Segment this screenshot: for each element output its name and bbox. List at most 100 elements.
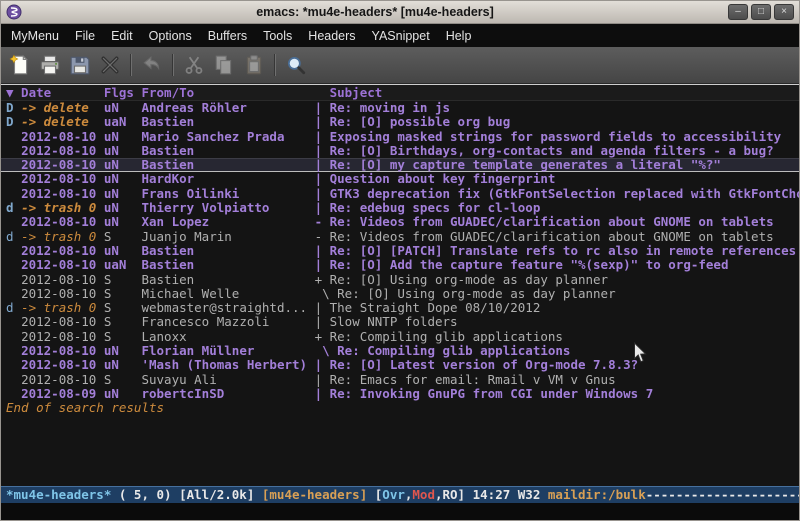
menu-item-headers[interactable]: Headers [300,27,363,45]
menu-item-buffers[interactable]: Buffers [200,27,255,45]
message-row[interactable]: 2012-08-10 uN Xan Lopez - Re: Videos fro… [1,215,799,229]
emacs-icon [6,4,22,20]
menu-item-tools[interactable]: Tools [255,27,300,45]
mark-action-label: -> trash 0 [21,230,96,244]
menu-item-yasnippet[interactable]: YASnippet [364,27,438,45]
mode-line-segment: *mu4e-headers* [6,487,111,502]
message-row[interactable]: 2012-08-10 uN Bastien | Re: [O] my captu… [1,158,799,172]
undo-button[interactable] [137,50,167,80]
new-file-button[interactable] [5,50,35,80]
message-summary: uN Andreas Röhler | Re: moving in js [96,101,450,115]
window-title: emacs: *mu4e-headers* [mu4e-headers] [26,5,724,19]
save-button[interactable] [65,50,95,80]
message-row[interactable]: 2012-08-09 uN robertcInSD | Re: Invoking… [1,387,799,401]
date-field: 2012-08-10 [21,258,96,272]
copy-button[interactable] [209,50,239,80]
end-of-results: End of search results [1,401,799,415]
title-bar: emacs: *mu4e-headers* [mu4e-headers] – □… [1,1,799,24]
mark-indicator [6,144,21,158]
message-row[interactable]: 2012-08-10 uN Bastien | Re: [O] Birthday… [1,144,799,158]
message-row[interactable]: d -> trash 0 S Juanjo Marin - Re: Videos… [1,230,799,244]
message-row[interactable]: 2012-08-10 uN Bastien | Re: [O] [PATCH] … [1,244,799,258]
menu-item-edit[interactable]: Edit [103,27,141,45]
message-summary: uN Florian Müllner \ Re: Compiling glib … [96,344,570,358]
mode-line-segment: Ovr [382,487,405,502]
message-summary: S Suvayu Ali | Re: Emacs for email: Rmai… [96,373,615,387]
message-row[interactable]: 2012-08-10 uN Florian Müllner \ Re: Comp… [1,344,799,358]
mode-line-segment: [ [367,487,382,502]
mode-line-segment: [mu4e-headers] [262,487,367,502]
mark-indicator [6,244,21,258]
message-summary: S Juanjo Marin - Re: Videos from GUADEC/… [96,230,773,244]
date-field: 2012-08-10 [21,344,96,358]
mode-line-segment: ( 5, 0) [All/2.0k] [111,487,262,502]
mark-indicator: d [6,301,21,315]
close-button[interactable]: × [774,4,794,20]
message-summary: S Bastien + Re: [O] Using org-mode as da… [96,273,608,287]
mark-action-label: -> trash 0 [21,301,96,315]
menu-item-file[interactable]: File [67,27,103,45]
message-summary: uN Frans Oilinki | GTK3 deprecation fix … [96,187,799,201]
message-list: D -> delete uN Andreas Röhler | Re: movi… [1,101,799,401]
mark-action-label: -> delete [21,115,96,129]
maximize-button[interactable]: □ [751,4,771,20]
message-summary: uN Mario Sanchez Prada | Exposing masked… [96,130,781,144]
message-row[interactable]: 2012-08-10 S Suvayu Ali | Re: Emacs for … [1,373,799,387]
message-row[interactable]: d -> trash 0 uN Thierry Volpiatto | Re: … [1,201,799,215]
mark-indicator [6,315,21,329]
message-row[interactable]: 2012-08-10 S Lanoxx + Re: Compiling glib… [1,330,799,344]
message-row[interactable]: 2012-08-10 uaN Bastien | Re: [O] Add the… [1,258,799,272]
message-row[interactable]: 2012-08-10 S Francesco Mazzoli | Slow NN… [1,315,799,329]
mark-indicator [6,158,21,172]
message-row[interactable]: 2012-08-10 S Bastien + Re: [O] Using org… [1,273,799,287]
message-row[interactable]: D -> delete uaN Bastien | Re: [O] possib… [1,115,799,129]
message-summary: uN Bastien | Re: [O] [PATCH] Translate r… [96,244,796,258]
message-summary: uN 'Mash (Thomas Herbert) | Re: [O] Late… [96,358,638,372]
search-button[interactable] [281,50,311,80]
message-row[interactable]: 2012-08-10 S Michael Welle \ Re: [O] Usi… [1,287,799,301]
message-summary: uaN Bastien | Re: [O] Add the capture fe… [96,258,728,272]
message-row[interactable]: 2012-08-10 uN 'Mash (Thomas Herbert) | R… [1,358,799,372]
mark-indicator: d [6,201,21,215]
minimize-button[interactable]: – [728,4,748,20]
message-row[interactable]: 2012-08-10 uN HardKor | Question about k… [1,172,799,186]
date-field: 2012-08-10 [21,373,96,387]
cut-button[interactable] [179,50,209,80]
toolbar-separator [130,54,132,76]
emacs-window: emacs: *mu4e-headers* [mu4e-headers] – □… [0,0,800,521]
menu-item-options[interactable]: Options [141,27,200,45]
paste-button[interactable] [239,50,269,80]
message-row[interactable]: D -> delete uN Andreas Röhler | Re: movi… [1,101,799,115]
mark-indicator [6,330,21,344]
print-button[interactable] [35,50,65,80]
toolbar [1,47,799,84]
mark-indicator [6,344,21,358]
menu-bar: MyMenuFileEditOptionsBuffersToolsHeaders… [1,24,799,47]
mode-line-segment: ,RO] [435,487,473,502]
date-field: 2012-08-10 [21,215,96,229]
date-field: 2012-08-10 [21,273,96,287]
mark-indicator [6,215,21,229]
date-field: 2012-08-10 [21,244,96,258]
message-row[interactable]: 2012-08-10 uN Frans Oilinki | GTK3 depre… [1,187,799,201]
message-summary: uaN Bastien | Re: [O] possible org bug [96,115,510,129]
message-row[interactable]: 2012-08-10 uN Mario Sanchez Prada | Expo… [1,130,799,144]
menu-item-mymenu[interactable]: MyMenu [3,27,67,45]
mark-indicator [6,387,21,401]
mark-action-label: -> trash 0 [21,201,96,215]
echo-area[interactable] [1,503,799,520]
date-field: 2012-08-10 [21,330,96,344]
close-buffer-button[interactable] [95,50,125,80]
mark-indicator [6,373,21,387]
message-summary: uN Bastien | Re: [O] Birthdays, org-cont… [96,144,773,158]
mark-indicator [6,130,21,144]
message-row[interactable]: d -> trash 0 S webmaster@straightd... | … [1,301,799,315]
mark-action-label: -> delete [21,101,96,115]
menu-item-help[interactable]: Help [438,27,480,45]
date-field: 2012-08-10 [21,187,96,201]
message-summary: S Lanoxx + Re: Compiling glib applicatio… [96,330,563,344]
date-field: 2012-08-10 [21,287,96,301]
buffer-area: ▼ Date Flgs From/To Subject D -> delete … [1,84,799,486]
mode-line-segment: Mod [412,487,435,502]
toolbar-separator [172,54,174,76]
